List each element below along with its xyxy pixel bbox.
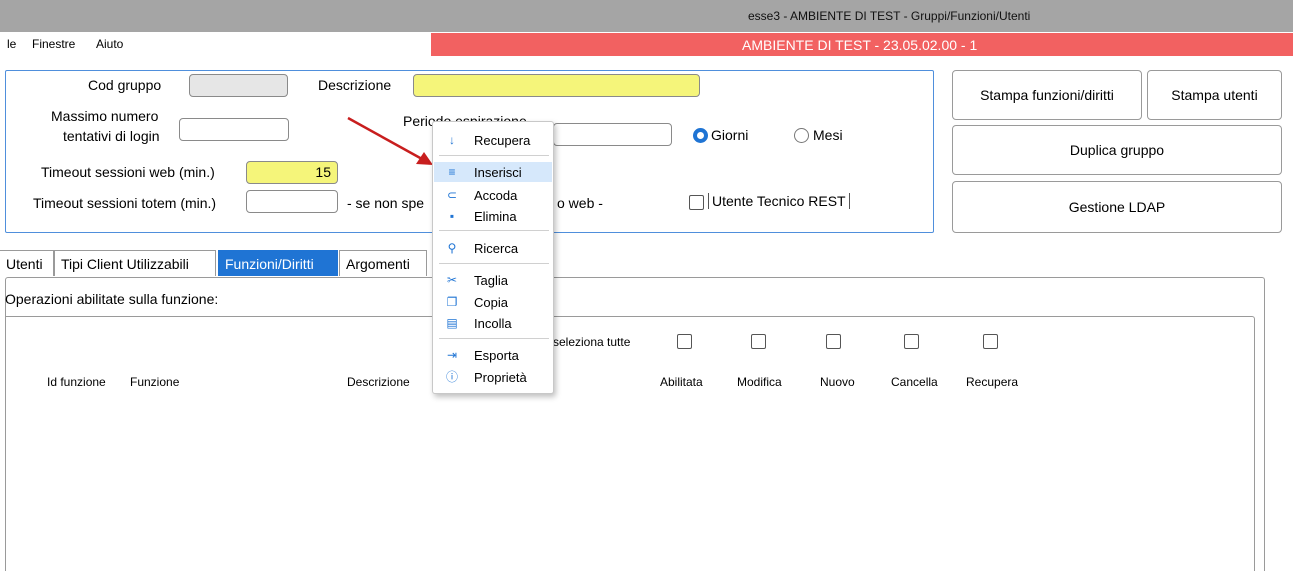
stampa-funzioni-button[interactable]: Stampa funzioni/diritti: [952, 70, 1142, 120]
environment-banner: AMBIENTE DI TEST - 23.05.02.00 - 1: [431, 33, 1293, 56]
timeout-totem-note: - se non spe: [347, 195, 425, 211]
column-header-abilitata: Abilitata: [660, 375, 703, 389]
column-header-modifica: Modifica: [737, 375, 782, 389]
operations-label: Operazioni abilitate sulla funzione:: [5, 291, 219, 307]
menu-finestre[interactable]: Finestre: [32, 37, 75, 51]
column-header-cancella: Cancella: [891, 375, 938, 389]
menu-item-recupera[interactable]: ↓ Recupera: [434, 130, 552, 150]
info-icon: ⓘ: [445, 370, 458, 384]
radio-mesi-label: Mesi: [813, 127, 843, 143]
menu-item-elimina[interactable]: ▪ Elimina: [434, 206, 552, 226]
column-header-nuovo: Nuovo: [820, 375, 855, 389]
context-menu: ↓ Recupera ≡ Inserisci ⊂ Accoda ▪ Elimin…: [432, 121, 554, 394]
stampa-utenti-button[interactable]: Stampa utenti: [1147, 70, 1282, 120]
timeout-totem-note-end: o web -: [557, 195, 603, 211]
menu-item-ricerca[interactable]: ⚲ Ricerca: [434, 238, 552, 258]
gestione-ldap-button[interactable]: Gestione LDAP: [952, 181, 1282, 233]
scissors-icon: ✂: [446, 273, 458, 287]
max-login-label-line1: Massimo numero: [51, 108, 159, 124]
cod-gruppo-label: Cod gruppo: [88, 77, 162, 93]
radio-giorni-label: Giorni: [711, 127, 749, 143]
select-all-label: seleziona tutte: [553, 335, 631, 349]
column-header-descrizione: Descrizione: [347, 375, 410, 389]
select-all-abilitata-checkbox[interactable]: [677, 334, 692, 349]
tab-tipi-client[interactable]: Tipi Client Utilizzabili: [54, 250, 216, 276]
select-all-recupera-checkbox[interactable]: [983, 334, 998, 349]
timeout-totem-label: Timeout sessioni totem (min.): [33, 195, 217, 211]
functions-grid-box: [5, 316, 1255, 571]
copy-icon: ❐: [446, 295, 458, 309]
insert-lines-icon: ≡: [448, 165, 456, 179]
utente-tecnico-checkbox[interactable]: [689, 195, 704, 210]
tab-argomenti[interactable]: Argomenti: [339, 250, 427, 276]
select-all-modifica-checkbox[interactable]: [751, 334, 766, 349]
export-icon: ⇥: [446, 348, 458, 362]
menu-file[interactable]: le: [7, 37, 16, 51]
timeout-totem-field[interactable]: [246, 190, 338, 213]
paste-icon: ▤: [446, 316, 458, 330]
menu-item-taglia[interactable]: ✂ Taglia: [434, 270, 552, 290]
max-login-label-line2: tentativi di login: [63, 128, 160, 144]
menu-item-inserisci[interactable]: ≡ Inserisci: [434, 162, 552, 182]
select-all-cancella-checkbox[interactable]: [904, 334, 919, 349]
descrizione-label: Descrizione: [318, 77, 392, 93]
descrizione-field[interactable]: [413, 74, 700, 97]
annotation-arrow: [347, 116, 433, 165]
utente-tecnico-label: Utente Tecnico REST: [708, 193, 850, 209]
append-icon: ⊂: [446, 188, 458, 202]
menu-item-incolla[interactable]: ▤ Incolla: [434, 313, 552, 333]
timeout-web-field[interactable]: 15: [246, 161, 338, 184]
menu-item-proprieta[interactable]: ⓘ Proprietà: [434, 367, 552, 387]
title-bar: esse3 - AMBIENTE DI TEST - Gruppi/Funzio…: [0, 0, 1293, 32]
radio-giorni[interactable]: [693, 128, 708, 143]
timeout-web-label: Timeout sessioni web (min.): [41, 164, 215, 180]
max-login-field[interactable]: [179, 118, 289, 141]
search-icon: ⚲: [447, 241, 457, 255]
window-title: esse3 - AMBIENTE DI TEST - Gruppi/Funzio…: [748, 9, 1031, 23]
menu-item-accoda[interactable]: ⊂ Accoda: [434, 185, 552, 205]
column-header-recupera: Recupera: [966, 375, 1019, 389]
column-header-id-funzione: Id funzione: [47, 375, 106, 389]
duplica-gruppo-button[interactable]: Duplica gruppo: [952, 125, 1282, 175]
column-header-funzione: Funzione: [130, 375, 180, 389]
cod-gruppo-field[interactable]: [189, 74, 288, 97]
delete-icon: ▪: [449, 209, 455, 223]
menu-aiuto[interactable]: Aiuto: [96, 37, 123, 51]
tab-utenti[interactable]: Utenti: [0, 250, 54, 276]
tab-funzioni-diritti[interactable]: Funzioni/Diritti: [218, 250, 338, 276]
menu-item-esporta[interactable]: ⇥ Esporta: [434, 345, 552, 365]
download-arrow-icon: ↓: [449, 133, 455, 147]
periodo-espirazione-field[interactable]: [553, 123, 672, 146]
radio-mesi[interactable]: [794, 128, 809, 143]
environment-banner-text: AMBIENTE DI TEST - 23.05.02.00 - 1: [742, 37, 978, 53]
menu-item-copia[interactable]: ❐ Copia: [434, 292, 552, 312]
select-all-nuovo-checkbox[interactable]: [826, 334, 841, 349]
